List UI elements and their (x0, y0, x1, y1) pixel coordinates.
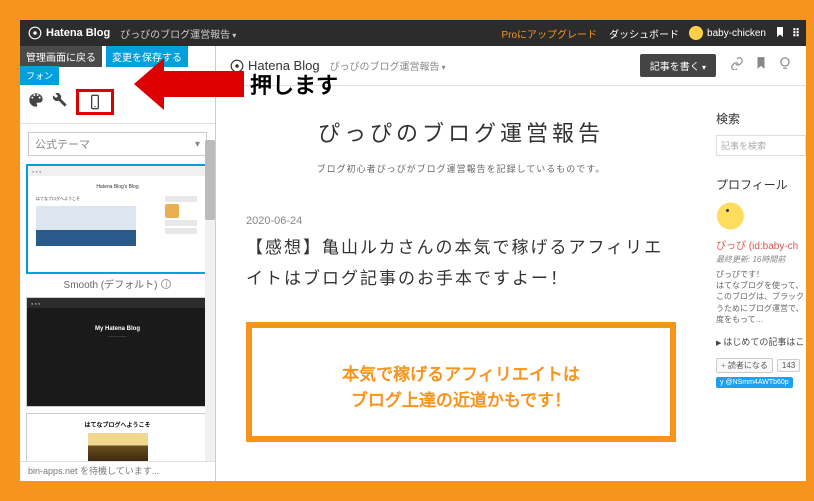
theme-card-dark[interactable]: ● ● ● My Hatena Blog ―――――― (26, 297, 209, 407)
callout-line1: 本気で稼げるアフィリエイトは (272, 362, 650, 388)
preview-blogname-dropdown[interactable]: ぴっぴのブログ運営報告 (330, 58, 446, 73)
search-heading: 検索 (716, 110, 806, 127)
palette-icon[interactable] (28, 92, 44, 113)
hatena-icon (28, 26, 42, 40)
search-placeholder: 記事を検索 (721, 139, 766, 152)
pro-upgrade-link[interactable]: Proにアップグレード (501, 26, 597, 41)
article: 2020-06-24 【感想】亀山ルカさんの本気で稼げるアフィリエイトはブログ記… (246, 215, 676, 442)
theme-thumbnail: ● ● ● My Hatena Blog ―――――― (26, 297, 209, 407)
theme-card-smooth[interactable]: ● ● ● Hatena Blog's Blog はてなブログへようこそ Smo… (26, 164, 209, 291)
theme-list[interactable]: ● ● ● Hatena Blog's Blog はてなブログへようこそ Smo… (20, 160, 215, 461)
article-title[interactable]: 【感想】亀山ルカさんの本気で稼げるアフィリエイトはブログ記事のお手本ですよー！ (246, 233, 676, 294)
preview-sidebar: 検索 記事を検索 プロフィール ぴっぴ (id:baby-ch 最終更新: 16… (706, 86, 806, 481)
profile-bio: ぴっぴです！ はてなブログを使って、 このブログは、ブラック うためにブログ運営… (716, 269, 806, 325)
lightbulb-icon[interactable] (778, 56, 792, 75)
theme-thumbnail: はてなブログへようこそ (26, 413, 209, 461)
phone-label: フォン (20, 66, 59, 85)
write-article-button[interactable]: 記事を書く (640, 54, 716, 77)
theme-card-pushup[interactable]: はてなブログへようこそ Push-upi (26, 413, 209, 461)
arrow-head-icon (134, 58, 164, 110)
arrow-body (164, 71, 244, 97)
user-menu[interactable]: baby-chicken (689, 26, 766, 40)
blog-name-dropdown[interactable]: ぴっぴのブログ運営報告 (120, 26, 236, 41)
twitter-follow-button[interactable]: y @NSmm4AWTb60p (716, 377, 793, 388)
bookmark-icon[interactable] (774, 26, 786, 41)
blog-subtitle: ブログ初心者ぴっぴがブログ運営報告を記録しているものです。 (246, 162, 676, 175)
sidebar-scrollbar[interactable] (205, 140, 215, 461)
annotation-arrow: 押します (134, 58, 338, 110)
mobile-icon (87, 94, 103, 110)
hatena-logo[interactable]: Hatena Blog (28, 26, 110, 40)
article-callout-box: 本気で稼げるアフィリエイトは ブログ上達の近道かもです！ (246, 322, 676, 442)
preview-pane: Hatena Blog ぴっぴのブログ運営報告 記事を書く ぴっぴのブログ運営報… (216, 46, 806, 481)
callout-line2: ブログ上達の近道かもです！ (272, 388, 650, 414)
avatar-icon (689, 26, 703, 40)
article-date[interactable]: 2020-06-24 (246, 215, 676, 227)
mobile-preview-button[interactable] (76, 89, 114, 115)
username-label: baby-chicken (707, 28, 766, 39)
status-bar: bin-apps.net を待機しています... (20, 461, 215, 481)
search-input[interactable]: 記事を検索 (716, 135, 806, 156)
bookmark-icon[interactable] (754, 56, 768, 75)
profile-updated: 最終更新: 16時間前 (716, 254, 806, 265)
back-to-admin-button[interactable]: 管理画面に戻る (20, 46, 102, 67)
blog-title[interactable]: ぴっぴのブログ運営報告 (246, 116, 676, 148)
profile-heading: プロフィール (716, 176, 806, 193)
dashboard-link[interactable]: ダッシュボード (609, 26, 679, 41)
brand-text: Hatena Blog (46, 27, 110, 39)
wrench-icon[interactable] (52, 92, 68, 113)
info-icon[interactable]: i (161, 279, 171, 289)
theme-thumbnail: ● ● ● Hatena Blog's Blog はてなブログへようこそ (26, 164, 209, 274)
subscribe-button[interactable]: 読者になる (716, 358, 773, 373)
annotation-text: 押します (250, 68, 338, 100)
select-value: 公式テーマ (35, 136, 90, 152)
link-icon[interactable] (730, 56, 744, 75)
global-header: Hatena Blog ぴっぴのブログ運営報告 Proにアップグレード ダッシュ… (20, 20, 806, 46)
preview-main: ぴっぴのブログ運営報告 ブログ初心者ぴっぴがブログ運営報告を記録しているものです… (216, 86, 706, 481)
profile-username[interactable]: ぴっぴ (id:baby-ch (716, 237, 806, 252)
subscriber-count: 143 (777, 359, 800, 372)
design-sidebar: 管理画面に戻る 変更を保存する フォン 公式テーマ ● ● ● (20, 46, 216, 481)
profile-avatar[interactable] (716, 201, 752, 231)
apps-grid-icon[interactable]: ⠿ (792, 27, 798, 40)
first-article-link[interactable]: はじめての記事はこ (716, 335, 806, 348)
theme-name: Smooth (デフォルト) (64, 276, 158, 291)
theme-category-select[interactable]: 公式テーマ (28, 132, 207, 156)
